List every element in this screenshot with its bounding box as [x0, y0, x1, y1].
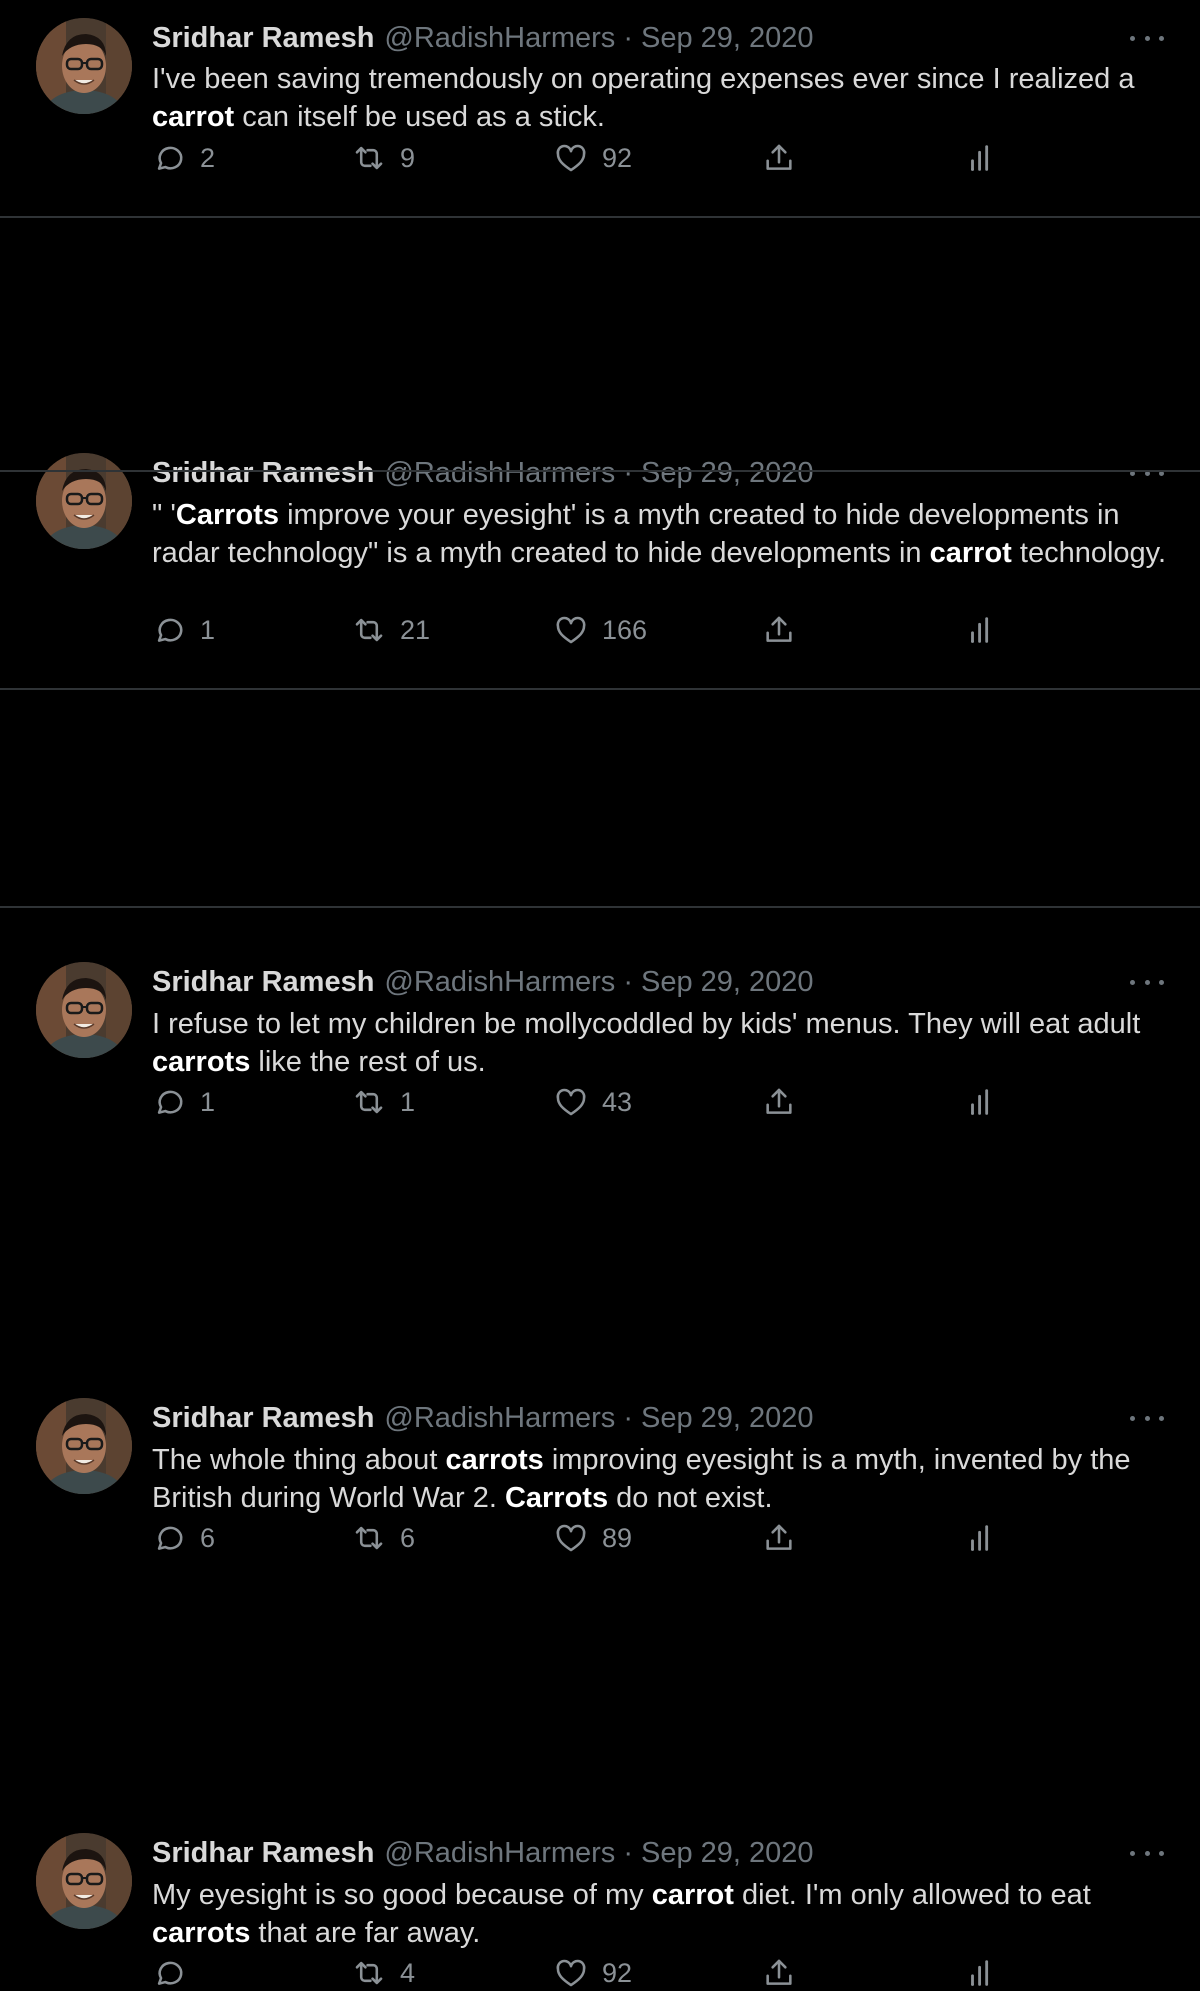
avatar[interactable]	[36, 1398, 132, 1494]
share-icon	[762, 1956, 796, 1990]
analytics-button[interactable]	[964, 140, 998, 176]
avatar[interactable]	[36, 1833, 132, 1929]
more-dot	[1159, 1415, 1164, 1421]
retweet-count: 4	[400, 1957, 416, 1988]
tweet-text: The whole thing about carrots improving …	[152, 1441, 1182, 1517]
retweet-icon	[352, 1956, 386, 1990]
more-dot	[1130, 1415, 1135, 1421]
text-segment: do not exist.	[608, 1482, 773, 1514]
tweet: Sridhar Ramesh @RadishHarmers · Sep 29, 202…	[0, 218, 1200, 645]
analytics-button[interactable]	[964, 1955, 998, 1991]
more-dot	[1144, 1415, 1150, 1421]
text-segment: diet. I'm only allowed to eat	[733, 1879, 1091, 1911]
author-handle[interactable]: @RadishHarmers	[384, 22, 615, 54]
more-dot	[1130, 1850, 1135, 1856]
retweet-count: 9	[400, 142, 416, 173]
share-button[interactable]	[762, 1955, 796, 1991]
more-dot	[1144, 35, 1150, 41]
highlighted-keyword: carrots	[152, 1917, 251, 1949]
tweet-date[interactable]: Sep 29, 2020	[641, 1402, 814, 1434]
text-segment: My eyesight is so good because of my	[152, 1879, 652, 1911]
tweet-header: Sridhar Ramesh @RadishHarmers · Sep 29, 202…	[152, 20, 814, 56]
tweet: Sridhar Ramesh @RadishHarmers · Sep 29, 202…	[0, 690, 1200, 1553]
like-button[interactable]: 92	[554, 1955, 632, 1991]
like-button[interactable]: 92	[554, 140, 632, 176]
bar-chart-icon	[964, 1521, 998, 1555]
share-button[interactable]	[762, 140, 796, 176]
analytics-button[interactable]	[964, 1520, 998, 1556]
heart-icon	[554, 141, 588, 175]
author-handle[interactable]: @RadishHarmers	[384, 1837, 615, 1869]
tweet: Sridhar Ramesh @RadishHarmers · Sep 29, 202…	[0, 0, 1200, 216]
retweet-button[interactable]: 6	[352, 1520, 415, 1556]
bar-chart-icon	[964, 1956, 998, 1990]
reply-icon	[152, 141, 186, 175]
reply-button[interactable]: 2	[152, 140, 215, 176]
retweet-button[interactable]: 9	[352, 140, 415, 176]
share-icon	[762, 1521, 796, 1555]
like-count: 89	[602, 1522, 633, 1553]
reply-button[interactable]: 6	[152, 1520, 215, 1556]
like-count: 92	[602, 1957, 633, 1988]
separator-dot: ·	[623, 1837, 633, 1869]
separator-dot: ·	[623, 1402, 633, 1434]
avatar[interactable]	[36, 18, 132, 114]
text-segment: can itself be used as a stick.	[234, 101, 605, 133]
highlighted-keyword: carrots	[445, 1444, 544, 1476]
heart-icon	[554, 1956, 588, 1990]
share-button[interactable]	[762, 1520, 796, 1556]
reply-count: 6	[200, 1522, 216, 1553]
text-segment: that are far away.	[250, 1917, 481, 1949]
reply-count: 2	[200, 142, 216, 173]
reply-button[interactable]	[152, 1955, 200, 1991]
tweet-header: Sridhar Ramesh @RadishHarmers · Sep 29, 202…	[152, 1835, 814, 1871]
retweet-icon	[352, 141, 386, 175]
author-handle[interactable]: @RadishHarmers	[384, 1402, 615, 1434]
author-name[interactable]: Sridhar Ramesh	[152, 22, 374, 54]
tweet-text: My eyesight is so good because of my car…	[152, 1876, 1182, 1952]
retweet-count: 6	[400, 1522, 416, 1553]
more-options-icon[interactable]	[1130, 1843, 1164, 1863]
tweet: Sridhar Ramesh @RadishHarmers · Sep 29, 202…	[0, 472, 1200, 1117]
more-dot	[1159, 35, 1164, 41]
tweet-text: I've been saving tremendously on operati…	[152, 60, 1182, 136]
like-count: 92	[602, 142, 633, 173]
separator-dot: ·	[623, 22, 633, 54]
bar-chart-icon	[964, 141, 998, 175]
more-options-icon[interactable]	[1130, 28, 1164, 48]
author-name[interactable]: Sridhar Ramesh	[152, 1837, 374, 1869]
highlighted-keyword: carrot	[651, 1879, 734, 1911]
like-button[interactable]: 89	[554, 1520, 632, 1556]
retweet-icon	[352, 1521, 386, 1555]
heart-icon	[554, 1521, 588, 1555]
tweet-date[interactable]: Sep 29, 2020	[641, 1837, 814, 1869]
tweet-date[interactable]: Sep 29, 2020	[641, 22, 814, 54]
retweet-button[interactable]: 4	[352, 1955, 415, 1991]
reply-icon	[152, 1521, 186, 1555]
share-icon	[762, 141, 796, 175]
highlighted-keyword: carrot	[152, 101, 235, 133]
tweet: Sridhar Ramesh @RadishHarmers · Sep 29, 202…	[0, 908, 1200, 1988]
more-dot	[1159, 1850, 1164, 1856]
highlighted-keyword: Carrots	[504, 1482, 609, 1514]
author-name[interactable]: Sridhar Ramesh	[152, 1402, 374, 1434]
more-options-icon[interactable]	[1130, 1408, 1164, 1428]
reply-icon	[152, 1956, 186, 1990]
more-dot	[1130, 35, 1135, 41]
text-segment: I've been saving tremendously on operati…	[152, 63, 1135, 95]
text-segment: The whole thing about	[152, 1444, 446, 1476]
tweet-feed: Sridhar Ramesh @RadishHarmers · Sep 29, 202…	[0, 0, 1200, 1988]
tweet-header: Sridhar Ramesh @RadishHarmers · Sep 29, 202…	[152, 1400, 814, 1436]
more-dot	[1144, 1850, 1150, 1856]
